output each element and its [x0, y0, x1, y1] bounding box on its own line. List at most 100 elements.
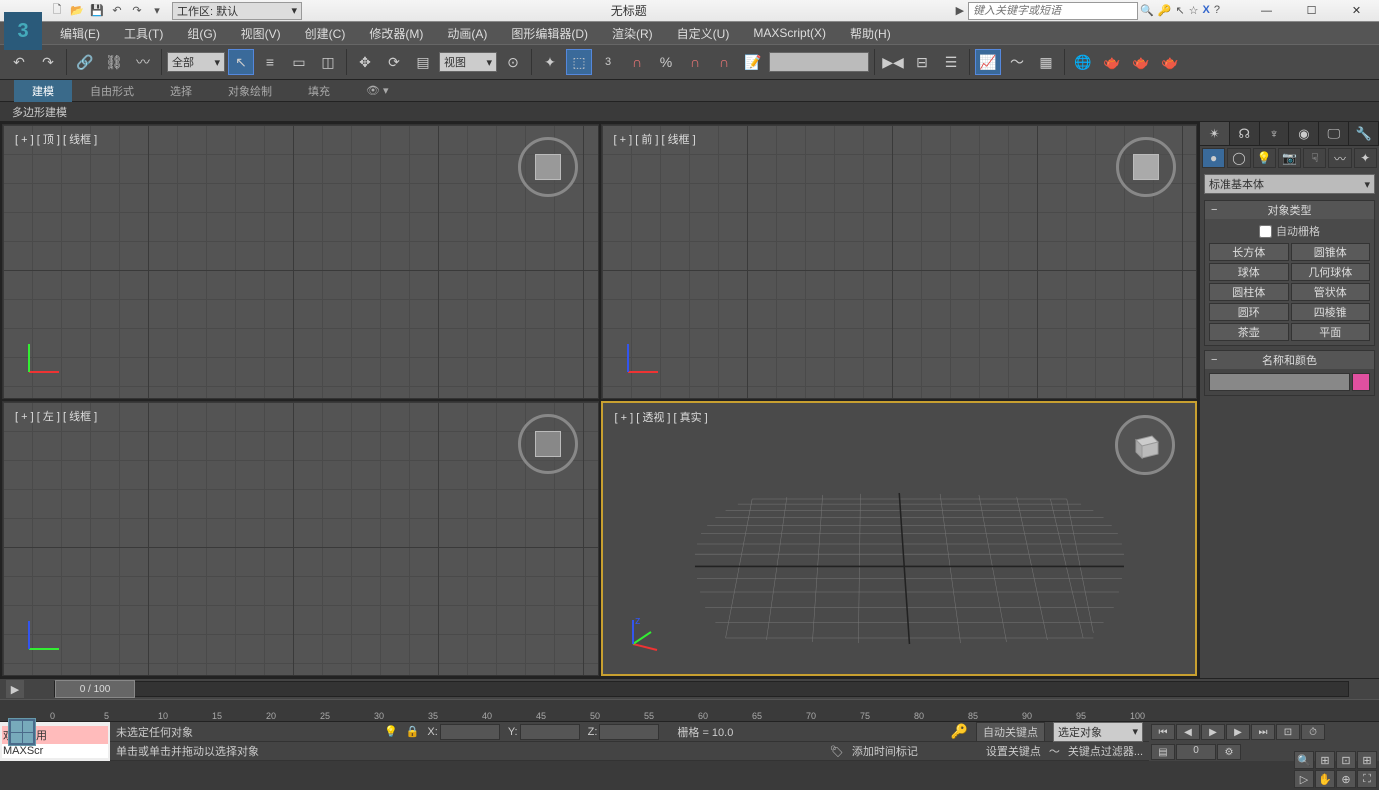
tab-modify[interactable]: ☊ — [1230, 122, 1260, 145]
obj-cone[interactable]: 圆锥体 — [1291, 243, 1371, 261]
menu-graph-editors[interactable]: 图形编辑器(D) — [499, 22, 600, 44]
viewport-front-label[interactable]: [ + ] [ 前 ] [ 线框 ] — [614, 131, 696, 147]
app-menu-icon[interactable]: 3 — [4, 12, 42, 50]
obj-tube[interactable]: 管状体 — [1291, 283, 1371, 301]
exchange-icon[interactable]: X — [1203, 4, 1210, 17]
zoom-all-button[interactable]: ⊞ — [1315, 751, 1335, 769]
subtab-shapes[interactable]: ◯ — [1227, 148, 1250, 168]
tab-display[interactable]: 🖵 — [1319, 122, 1349, 145]
subtab-helpers[interactable]: ☟ — [1303, 148, 1326, 168]
obj-cylinder[interactable]: 圆柱体 — [1209, 283, 1289, 301]
time-config-icon[interactable]: ⚙ — [1217, 744, 1241, 760]
next-frame-button[interactable]: ▶ — [1226, 724, 1250, 740]
snap-3-button[interactable]: ∩ — [682, 49, 708, 75]
snap-toggle-button[interactable]: ⬚ — [566, 49, 592, 75]
rollout-object-type[interactable]: −对象类型 — [1205, 201, 1374, 219]
select-by-name-button[interactable]: ≡ — [257, 49, 283, 75]
coord-z-input[interactable] — [599, 724, 659, 740]
lock-icon[interactable]: 💡 — [384, 725, 398, 738]
viewport-layout-button[interactable] — [8, 718, 36, 746]
undo-button[interactable]: ↶ — [6, 49, 32, 75]
goto-end-button[interactable]: ⏭ — [1251, 724, 1275, 740]
ribbon-tab-selection[interactable]: 选择 — [152, 80, 210, 102]
obj-plane[interactable]: 平面 — [1291, 323, 1371, 341]
prev-frame-button[interactable]: ◀ — [1176, 724, 1200, 740]
subtab-lights[interactable]: 💡 — [1253, 148, 1276, 168]
pointer-icon[interactable]: ↖ — [1175, 4, 1184, 17]
viewport-top[interactable]: [ + ] [ 顶 ] [ 线框 ] — [2, 124, 599, 399]
close-button[interactable]: ✕ — [1334, 0, 1379, 22]
viewport-left[interactable]: [ + ] [ 左 ] [ 线框 ] — [2, 401, 599, 676]
viewport-perspective[interactable]: [ + ] [ 透视 ] [ 真实 ] z — [601, 401, 1198, 676]
object-color-swatch[interactable] — [1352, 373, 1370, 391]
menu-edit[interactable]: 编辑(E) — [48, 22, 112, 44]
zoom-extents-button[interactable]: ⊡ — [1336, 751, 1356, 769]
viewport-persp-label[interactable]: [ + ] [ 透视 ] [ 真实 ] — [615, 409, 708, 425]
ribbon-tab-objectpaint[interactable]: 对象绘制 — [210, 80, 290, 102]
zoom-extents-all-button[interactable]: ⊞ — [1357, 751, 1377, 769]
schematic-view-button[interactable]: 〜 — [1004, 49, 1030, 75]
manipulate-button[interactable]: ✦ — [537, 49, 563, 75]
key-icon[interactable]: 🔑 — [951, 723, 968, 740]
new-icon[interactable]: 🗋 — [48, 2, 66, 20]
keymode-toggle[interactable]: ▤ — [1151, 744, 1175, 760]
menu-maxscript[interactable]: MAXScript(X) — [741, 22, 838, 44]
align-button[interactable]: ⊟ — [909, 49, 935, 75]
viewcube-front[interactable] — [1116, 137, 1176, 197]
link-button[interactable]: 🔗 — [72, 49, 98, 75]
rotate-button[interactable]: ⟳ — [381, 49, 407, 75]
obj-pyramid[interactable]: 四棱锥 — [1291, 303, 1371, 321]
zoom-button[interactable]: 🔍 — [1294, 751, 1314, 769]
time-tag-icon[interactable]: 🏷 — [830, 745, 844, 758]
undo-icon[interactable]: ↶ — [108, 2, 126, 20]
menu-views[interactable]: 视图(V) — [229, 22, 293, 44]
category-dropdown[interactable]: 标准基本体▾ — [1204, 174, 1375, 194]
curve-editor-button[interactable]: 📈 — [975, 49, 1001, 75]
material-editor-button[interactable]: ▦ — [1033, 49, 1059, 75]
coord-x-input[interactable] — [440, 724, 500, 740]
tab-utilities[interactable]: 🔧 — [1349, 122, 1379, 145]
subtab-spacewarps[interactable]: 〰 — [1328, 148, 1351, 168]
goto-start-button[interactable]: ⏮ — [1151, 724, 1175, 740]
subtab-systems[interactable]: ✦ — [1354, 148, 1377, 168]
ribbon-tab-freeform[interactable]: 自由形式 — [72, 80, 152, 102]
current-frame-input[interactable]: 0 — [1176, 744, 1216, 760]
viewport-front[interactable]: [ + ] [ 前 ] [ 线框 ] — [601, 124, 1198, 399]
render-frame-button[interactable]: 🫖 — [1099, 49, 1125, 75]
menu-help[interactable]: 帮助(H) — [838, 22, 903, 44]
menu-group[interactable]: 组(G) — [175, 22, 228, 44]
obj-box[interactable]: 长方体 — [1209, 243, 1289, 261]
isolate-icon[interactable]: 🔒 — [406, 725, 420, 738]
ribbon-tab-modeling[interactable]: 建模 — [14, 80, 72, 102]
viewport-top-label[interactable]: [ + ] [ 顶 ] [ 线框 ] — [15, 131, 97, 147]
viewcube-top[interactable] — [518, 137, 578, 197]
object-name-input[interactable] — [1209, 373, 1350, 391]
select-object-button[interactable]: ↖ — [228, 49, 254, 75]
render-setup-button[interactable]: 🌐 — [1070, 49, 1096, 75]
render-button[interactable]: 🫖 — [1128, 49, 1154, 75]
workspace-dropdown[interactable]: 工作区: 默认 ▾ — [172, 2, 302, 20]
named-sel-button[interactable]: 📝 — [740, 49, 766, 75]
timeline-play-icon[interactable]: ▶ — [6, 680, 24, 698]
redo-icon[interactable]: ↷ — [128, 2, 146, 20]
rect-region-button[interactable]: ▭ — [286, 49, 312, 75]
search-play-icon[interactable]: ▶ — [956, 4, 964, 17]
fov-button[interactable]: ▷ — [1294, 770, 1314, 788]
bind-spacewarp-button[interactable]: 〰 — [130, 49, 156, 75]
save-icon[interactable]: 💾 — [88, 2, 106, 20]
move-button[interactable]: ✥ — [352, 49, 378, 75]
obj-teapot[interactable]: 茶壶 — [1209, 323, 1289, 341]
named-selection-input[interactable] — [769, 52, 869, 72]
key-filters-button[interactable]: 关键点过滤器... — [1068, 743, 1143, 759]
mirror-button[interactable]: ▶◀ — [880, 49, 906, 75]
viewport-left-label[interactable]: [ + ] [ 左 ] [ 线框 ] — [15, 408, 97, 424]
time-slider-thumb[interactable]: 0 / 100 — [55, 680, 135, 698]
play-button[interactable]: ▶ — [1201, 724, 1225, 740]
maximize-button[interactable]: ☐ — [1289, 0, 1334, 22]
angle-snap-button[interactable]: 3 — [595, 49, 621, 75]
render-prod-button[interactable]: 🫖 — [1157, 49, 1183, 75]
coord-y-input[interactable] — [520, 724, 580, 740]
star-icon[interactable]: ☆ — [1189, 4, 1199, 17]
menu-modifiers[interactable]: 修改器(M) — [357, 22, 435, 44]
open-icon[interactable]: 📂 — [68, 2, 86, 20]
